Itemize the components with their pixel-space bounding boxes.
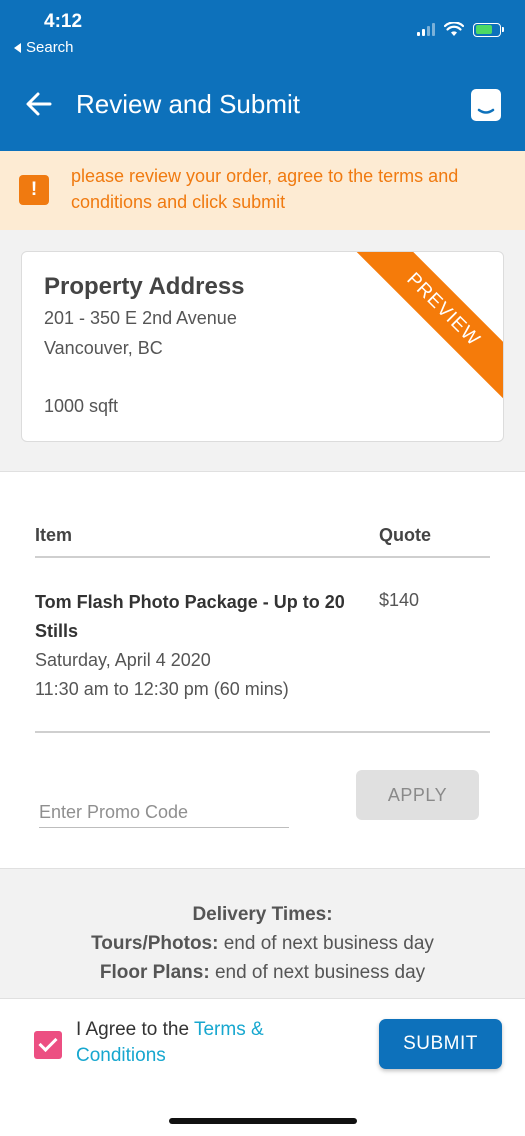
- home-indicator[interactable]: [169, 1118, 357, 1124]
- delivery-title: Delivery Times:: [192, 904, 333, 925]
- home-area: [0, 1088, 525, 1136]
- wifi-icon: [444, 22, 464, 36]
- delivery-row-tours: Tours/Photos: end of next business day: [0, 929, 525, 958]
- address-line-1: 201 - 350 E 2nd Avenue: [44, 308, 237, 328]
- delivery-label-tours: Tours/Photos:: [91, 933, 219, 954]
- delivery-label-floorplans: Floor Plans:: [99, 962, 210, 983]
- order-item-quote: $140: [379, 590, 420, 610]
- review-notice-banner: ! please review your order, agree to the…: [0, 151, 525, 230]
- delivery-row-floorplans: Floor Plans: end of next business day: [0, 958, 525, 987]
- delivery-value-tours: end of next business day: [223, 933, 434, 954]
- delivery-value-floorplans: end of next business day: [214, 962, 426, 983]
- alert-icon: !: [19, 175, 49, 205]
- items-divider: [35, 731, 490, 733]
- agree-text: I Agree to the Terms & Conditions: [76, 1017, 326, 1069]
- header-divider: [35, 556, 490, 558]
- delivery-times: Delivery Times: Tours/Photos: end of nex…: [0, 900, 525, 987]
- status-time: 4:12: [44, 11, 83, 32]
- order-summary: Item Quote Tom Flash Photo Package - Up …: [0, 471, 525, 869]
- property-card: Property Address 201 - 350 E 2nd Avenue …: [21, 251, 504, 442]
- submit-footer: I Agree to the Terms & Conditions SUBMIT: [0, 998, 525, 1088]
- banner-message: please review your order, agree to the t…: [71, 166, 459, 212]
- column-header-item: Item: [35, 525, 73, 545]
- chat-button[interactable]: [471, 89, 501, 121]
- battery-charging-icon: [473, 22, 504, 37]
- back-button[interactable]: [24, 89, 54, 119]
- address-line-2: Vancouver, BC: [44, 338, 163, 358]
- chat-icon: [477, 108, 495, 114]
- back-triangle-icon: [14, 42, 21, 53]
- property-title: Property Address: [44, 273, 245, 300]
- status-back-label: Search: [26, 39, 74, 56]
- promo-code-input[interactable]: [39, 790, 289, 828]
- signal-icon: [417, 23, 435, 36]
- status-back-to-search[interactable]: Search: [14, 39, 74, 56]
- order-item-time: 11:30 am to 12:30 pm (60 mins): [35, 679, 289, 699]
- submit-button[interactable]: SUBMIT: [379, 1019, 502, 1069]
- property-size: 1000 sqft: [44, 396, 119, 416]
- app-header: 4:12 Search Review and Submit: [0, 0, 525, 151]
- order-item-date: Saturday, April 4 2020: [35, 650, 211, 670]
- agree-prefix: I Agree to the: [76, 1019, 190, 1040]
- apply-button[interactable]: APPLY: [356, 770, 479, 820]
- arrow-left-icon: [26, 92, 52, 116]
- agree-checkbox[interactable]: [34, 1031, 62, 1059]
- preview-ribbon: PREVIEW: [353, 252, 503, 402]
- page-title: Review and Submit: [76, 89, 300, 119]
- column-header-quote: Quote: [379, 525, 431, 545]
- order-item-name: Tom Flash Photo Package - Up to 20 Still…: [35, 592, 345, 641]
- status-icons: [417, 22, 504, 37]
- preview-ribbon-container: PREVIEW: [353, 252, 503, 402]
